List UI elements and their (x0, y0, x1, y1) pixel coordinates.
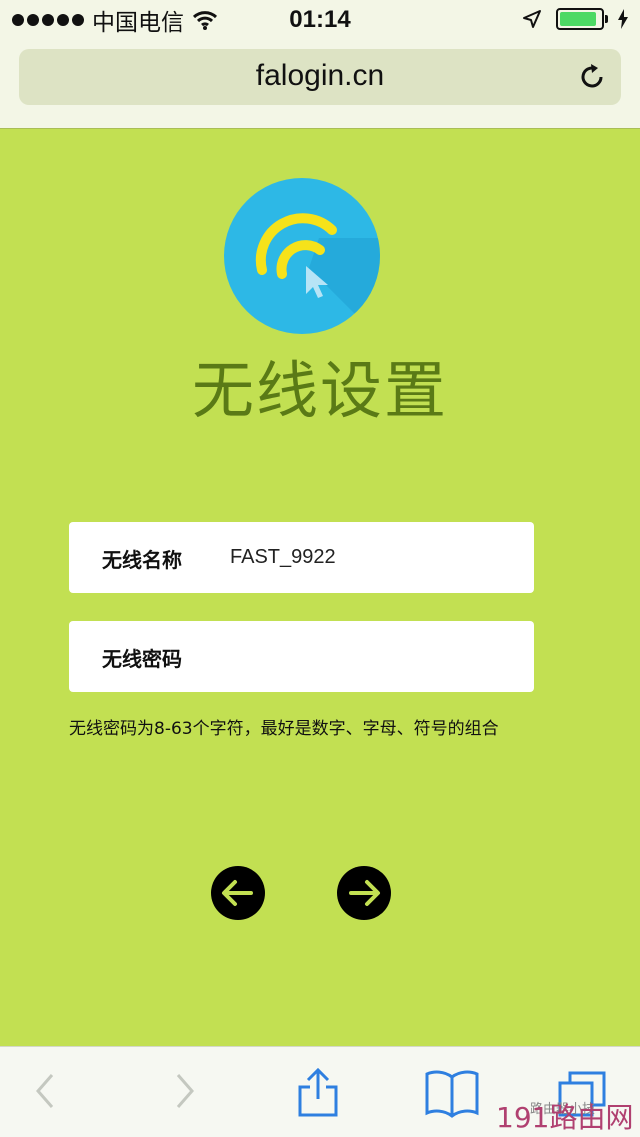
arrow-right-icon (349, 880, 380, 906)
charging-bolt-icon (618, 9, 628, 29)
reload-icon[interactable] (577, 62, 607, 92)
url-text[interactable]: falogin.cn (19, 59, 621, 93)
status-bar: 中国电信 01:14 (0, 0, 640, 40)
wireless-logo-icon (224, 178, 380, 334)
next-button[interactable] (337, 866, 391, 920)
browser-forward-icon[interactable] (170, 1067, 200, 1115)
password-label: 无线密码 (102, 647, 182, 671)
browser-back-icon[interactable] (30, 1067, 60, 1115)
share-icon[interactable] (296, 1067, 340, 1119)
password-hint: 无线密码为8-63个字符，最好是数字、字母、符号的组合 (69, 719, 499, 739)
arrow-left-icon (222, 880, 253, 906)
battery-icon (556, 8, 608, 30)
browser-bar: falogin.cn (0, 40, 640, 129)
ssid-input[interactable] (230, 536, 520, 578)
page-title: 无线设置 (191, 354, 448, 427)
ssid-label: 无线名称 (102, 548, 182, 572)
back-button[interactable] (211, 866, 265, 920)
ssid-field: 无线名称 (69, 522, 534, 593)
watermark-text: 191路由网 (496, 1101, 634, 1134)
bookmarks-icon[interactable] (424, 1067, 480, 1119)
password-input[interactable] (230, 635, 520, 677)
status-right (522, 8, 628, 30)
password-field: 无线密码 (69, 621, 534, 692)
address-bar[interactable]: falogin.cn (19, 49, 621, 105)
location-arrow-icon (523, 10, 541, 28)
